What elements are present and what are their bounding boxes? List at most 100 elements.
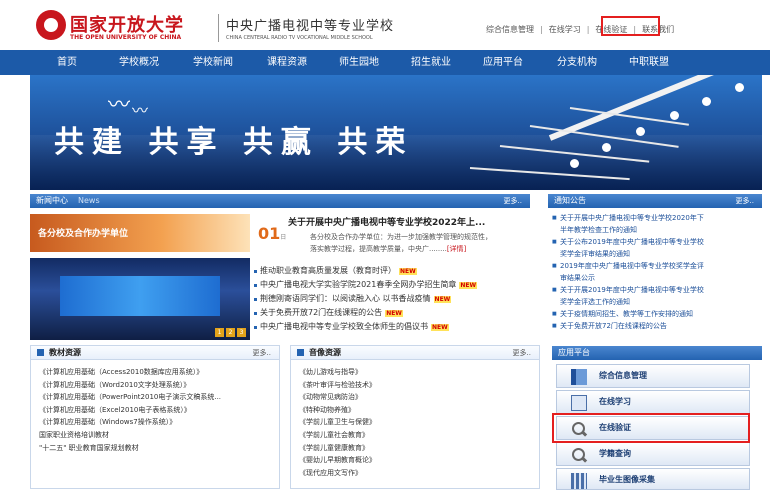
video-item[interactable]: 《学前儿童社会教育》 [299, 429, 376, 442]
online-learning-button[interactable]: 在线学习 [556, 390, 750, 414]
rower [735, 83, 744, 92]
video-panel: 音像资源 更多.. 《幼儿游戏与指导》 《茶叶审评与检验技术》 《动物常见病防治… [290, 345, 540, 489]
slideshow-pager: 123 [213, 327, 246, 337]
pager-2[interactable]: 2 [226, 328, 235, 337]
graduate-photo-button[interactable]: 毕业生图像采集 [556, 468, 750, 490]
notice-title: 通知公告 [554, 196, 586, 205]
monitor-icon [571, 395, 587, 411]
separator: | [586, 25, 590, 34]
video-item[interactable]: 《特种动物养殖》 [299, 404, 376, 417]
textbook-panel: 教材资源 更多.. 《计算机应用基础（Access2010数据库应用系统）》 《… [30, 345, 280, 489]
notice-item[interactable]: 关于开展中央广播电视中等专业学校2020年下 [552, 212, 760, 224]
news-item[interactable]: 关于免费开放72门在线课程的公告 NEW [252, 306, 542, 320]
video-item[interactable]: 《幼儿游戏与指导》 [299, 366, 376, 379]
notice-item-cont[interactable]: 审结果公示 [552, 272, 760, 284]
nav-home[interactable]: 首页 [32, 50, 102, 75]
news-date-day: 01 [258, 224, 281, 243]
textbook-item[interactable]: 国家职业资格培训教材 [39, 429, 221, 442]
news-item[interactable]: 推动职业教育高质量发展（教育时评） NEW [252, 264, 542, 278]
textbook-item[interactable]: 《计算机应用基础（Windows7操作系统）》 [39, 416, 221, 429]
video-item[interactable]: 《学前儿童卫生与保健》 [299, 416, 376, 429]
new-badge: NEW [459, 282, 478, 289]
textbook-title: 教材资源 [49, 348, 81, 357]
video-item[interactable]: 《动物常见病防治》 [299, 391, 376, 404]
news-list: 推动职业教育高质量发展（教育时评） NEW 中央广播电视大学实验学院2021春季全… [252, 264, 542, 334]
news-item-title: 关于免费开放72门在线课程的公告 [260, 308, 383, 317]
textbook-header: 教材资源 更多.. [31, 346, 279, 360]
news-item[interactable]: 中央广播电视中等专业学校致全体师生的倡议书 NEW [252, 320, 542, 334]
rower [570, 159, 579, 168]
video-title: 音像资源 [309, 348, 341, 357]
news-header: 新闻中心 News 更多.. [30, 194, 530, 208]
pager-1[interactable]: 1 [215, 328, 224, 337]
separator: | [540, 25, 543, 34]
notice-item[interactable]: 关于公布2019年度中央广播电视中等专业学校 [552, 236, 760, 248]
textbook-item[interactable]: "十二五" 职业教育国家规划教材 [39, 442, 221, 455]
textbook-item[interactable]: 《计算机应用基础（PowerPoint2010电子演示文稿系统... [39, 391, 221, 404]
featured-news-image[interactable]: 各分校及合作办学单位 [30, 214, 250, 252]
notice-item-cont[interactable]: 半年教学检查工作的通知 [552, 224, 760, 236]
news-date-suffix: 日 [280, 234, 287, 241]
top-link-online-learning[interactable]: 在线学习 [549, 25, 581, 34]
news-title: 新闻中心 [36, 196, 68, 205]
notice-item[interactable]: 关于免费开放72门在线课程的公告 [552, 320, 760, 332]
new-badge: NEW [433, 296, 452, 303]
new-badge: NEW [431, 324, 449, 331]
video-item[interactable]: 《茶叶审评与检验技术》 [299, 379, 376, 392]
rower [602, 143, 611, 152]
school-name-en: CHINA CENTERAL RADIO TV VOCATIONAL MIDDL… [226, 35, 373, 41]
news-title-en: News [78, 196, 100, 205]
app-platform-header: 应用平台 [552, 346, 762, 360]
button-label: 在线学习 [599, 397, 631, 406]
video-item[interactable]: 《现代应用文写作》 [299, 467, 376, 480]
notice-item[interactable]: 关于开展2019年度中央广播电视中等专业学校 [552, 284, 760, 296]
nav-alliance[interactable]: 中职联盟 [614, 50, 684, 75]
nav-branches[interactable]: 分支机构 [542, 50, 612, 75]
highlight-box-top [601, 16, 660, 36]
nav-admission[interactable]: 招生就业 [396, 50, 466, 75]
news-item-title: 推动职业教育高质量发展（教育时评） [260, 266, 396, 275]
textbook-item[interactable]: 《计算机应用基础（Excel2010电子表格系统）》 [39, 404, 221, 417]
nav-about[interactable]: 学校概况 [104, 50, 174, 75]
video-more-link[interactable]: 更多.. [513, 346, 531, 360]
nav-courses[interactable]: 课程资源 [252, 50, 322, 75]
notice-more-link[interactable]: 更多.. [736, 194, 754, 208]
seagull-icon: 〰 [108, 93, 131, 118]
notice-item[interactable]: 2019年度中央广播电视中等专业学校奖学金评 [552, 260, 760, 272]
video-item[interactable]: 《学前儿童健康教育》 [299, 442, 376, 455]
magnifier-icon [571, 447, 587, 463]
news-item-title: 中央广播电视大学实验学院2021春季全网办学招生简章 [260, 280, 457, 289]
featured-news-title[interactable]: 关于开展中央广播电视中等专业学校2022年上... [288, 215, 485, 228]
info-management-button[interactable]: 综合信息管理 [556, 364, 750, 388]
news-item-title: 荆德刚寄语同学们：以阅读融入心 以书香战疫情 [260, 294, 431, 303]
textbook-item[interactable]: 《计算机应用基础（Word2010文字处理系统）》 [39, 379, 221, 392]
top-link-info-management[interactable]: 综合信息管理 [486, 25, 534, 34]
logo-divider [218, 14, 219, 42]
notice-item[interactable]: 关于疫情期间招生、教学等工作安排的通知 [552, 308, 760, 320]
button-label: 毕业生图像采集 [599, 475, 655, 484]
notice-item-cont[interactable]: 奖学金评选工作的通知 [552, 296, 760, 308]
new-badge: NEW [399, 268, 417, 275]
university-logo-icon[interactable] [36, 10, 66, 40]
notice-item-cont[interactable]: 奖学金评审结果的通知 [552, 248, 760, 260]
nav-campus[interactable]: 师生园地 [324, 50, 394, 75]
news-more-link[interactable]: 更多.. [504, 194, 522, 208]
nav-news[interactable]: 学校新闻 [178, 50, 248, 75]
textbook-item[interactable]: 《计算机应用基础（Access2010数据库应用系统）》 [39, 366, 221, 379]
pager-3[interactable]: 3 [237, 328, 246, 337]
featured-news-summary-2: 落实教学过程，提高教学质量，中央广........[详情] [310, 244, 466, 254]
app-platform-title: 应用平台 [558, 348, 590, 357]
news-slideshow[interactable]: 123 [30, 258, 250, 340]
news-item[interactable]: 荆德刚寄语同学们：以阅读融入心 以书香战疫情 NEW [252, 292, 542, 306]
textbook-list: 《计算机应用基础（Access2010数据库应用系统）》 《计算机应用基础（Wo… [39, 366, 221, 454]
details-link[interactable]: [详情] [447, 245, 466, 253]
textbook-more-link[interactable]: 更多.. [253, 346, 271, 360]
nav-platform[interactable]: 应用平台 [468, 50, 538, 75]
stage-image [60, 276, 220, 316]
hero-banner[interactable]: 〰 〰 共建 共享 共赢 共荣 [30, 75, 762, 190]
news-item[interactable]: 中央广播电视大学实验学院2021春季全网办学招生简章 NEW [252, 278, 542, 292]
school-name: 中央广播电视中等专业学校 [226, 19, 395, 34]
video-list: 《幼儿游戏与指导》 《茶叶审评与检验技术》 《动物常见病防治》 《特种动物养殖》… [299, 366, 376, 479]
video-item[interactable]: 《婴幼儿早期教育概论》 [299, 454, 376, 467]
student-record-query-button[interactable]: 学籍查询 [556, 442, 750, 466]
